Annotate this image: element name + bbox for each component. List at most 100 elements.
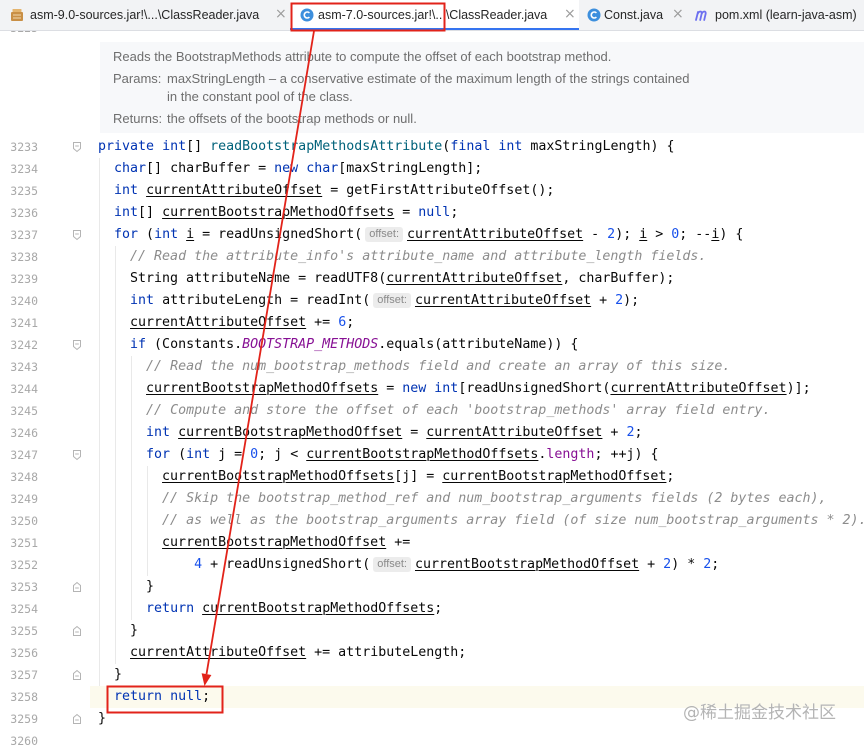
keyword-token: int	[186, 447, 211, 462]
editor-tab-bar: asm-9.0-sources.jar!\...\ClassReader.jav…	[0, 0, 864, 31]
fold-close-icon[interactable]	[72, 625, 82, 637]
code-text-token: ; ++j) {	[594, 447, 659, 462]
code-line[interactable]: 3235 int currentAttributeOffset = getFir…	[0, 180, 864, 202]
tab-close-button[interactable]: ×	[275, 6, 287, 22]
code-line[interactable]: 3225	[0, 31, 864, 39]
code-text-token: = readUnsignedShort(	[194, 227, 363, 242]
fold-open-icon[interactable]	[72, 449, 82, 461]
number-literal-token: 6	[338, 315, 347, 330]
code-text-token: ;	[634, 425, 643, 440]
code-line[interactable]: 3256 currentAttributeOffset += attribute…	[0, 642, 864, 664]
reassigned-variable-token: currentBootstrapMethodOffsets	[162, 205, 395, 220]
code-text: if (Constants.BOOTSTRAP_METHODS.equals(a…	[98, 334, 578, 356]
code-text-token: ; j <	[258, 447, 307, 462]
tab-close-button[interactable]: ×	[564, 6, 576, 22]
line-number: 3234	[10, 162, 38, 176]
keyword-token: char	[114, 161, 147, 176]
code-text-token: String attributeName = readUTF8(	[98, 271, 387, 286]
code-text-token: []	[186, 139, 211, 154]
parameter-hint: offset:	[365, 227, 404, 242]
code-line[interactable]: 3246 int currentBootstrapMethodOffset = …	[0, 422, 864, 444]
code-text-token: ;	[434, 601, 443, 616]
code-text: }	[98, 576, 154, 598]
code-line[interactable]: 3239 String attributeName = readUTF8(cur…	[0, 268, 864, 290]
code-line[interactable]: 3247 for (int j = 0; j < currentBootstra…	[0, 444, 864, 466]
keyword-token: null	[418, 205, 451, 220]
line-number: 3254	[10, 602, 38, 616]
code-line[interactable]: 3249 // Skip the bootstrap_method_ref an…	[0, 488, 864, 510]
code-text: return null;	[98, 686, 210, 708]
keyword-token: if	[130, 337, 147, 352]
reassigned-variable-token: currentBootstrapMethodOffset	[442, 469, 667, 484]
fold-open-icon[interactable]	[72, 141, 82, 153]
parameter-hint: offset:	[373, 293, 411, 308]
code-line[interactable]: 3251 currentBootstrapMethodOffset +=	[0, 532, 864, 554]
java-class-icon	[586, 7, 602, 23]
code-line[interactable]: 3236 int[] currentBootstrapMethodOffsets…	[0, 202, 864, 224]
editor-tab-pom[interactable]: pom.xml (learn-java-asm)	[692, 0, 864, 30]
fold-close-icon[interactable]	[72, 669, 82, 681]
code-line[interactable]: 3257 }	[0, 664, 864, 686]
method-name-token: readBootstrapMethodsAttribute	[210, 139, 443, 154]
code-line[interactable]: 3242 if (Constants.BOOTSTRAP_METHODS.equ…	[0, 334, 864, 356]
code-line[interactable]: 3241 currentAttributeOffset += 6;	[0, 312, 864, 334]
code-line[interactable]: 3243 // Read the num_bootstrap_methods f…	[0, 356, 864, 378]
editor-tab-const[interactable]: Const.java ×	[580, 0, 691, 30]
line-number: 3244	[10, 382, 38, 396]
code-text: char[] charBuffer = new char[maxStringLe…	[98, 158, 482, 180]
code-line[interactable]: 3253 }	[0, 576, 864, 598]
code-line[interactable]: 3260	[0, 730, 864, 745]
line-number: 3250	[10, 514, 38, 528]
code-line[interactable]: 3252 4 + readUnsignedShort(offset: curren…	[0, 554, 864, 576]
code-line[interactable]: 3238 // Read the attribute_info's attrib…	[0, 246, 864, 268]
keyword-token: char	[306, 161, 339, 176]
code-editor[interactable]: 3225 Reads the BootstrapMethods attribut…	[0, 31, 864, 745]
tab-label: pom.xml (learn-java-asm)	[715, 8, 857, 22]
fold-open-icon[interactable]	[72, 339, 82, 351]
line-number: 3247	[10, 448, 38, 462]
number-literal-token: 0	[250, 447, 259, 462]
line-number: 3257	[10, 668, 38, 682]
reassigned-variable-token: currentAttributeOffset	[130, 315, 307, 330]
code-line[interactable]: 3245 // Compute and store the offset of …	[0, 400, 864, 422]
fold-open-icon[interactable]	[72, 229, 82, 241]
code-line[interactable]: 3240 int attributeLength = readInt(offse…	[0, 290, 864, 312]
code-line[interactable]: 3255 }	[0, 620, 864, 642]
line-number: 3255	[10, 624, 38, 638]
code-line[interactable]: 3254 return currentBootstrapMethodOffset…	[0, 598, 864, 620]
line-number: 3235	[10, 184, 38, 198]
code-text-token: =	[378, 381, 403, 396]
tab-close-button[interactable]: ×	[672, 6, 684, 22]
code-line[interactable]: 3237 for (int i = readUnsignedShort(offs…	[0, 224, 864, 246]
keyword-token: for	[114, 227, 139, 242]
code-line[interactable]: 3234 char[] charBuffer = new char[maxStr…	[0, 158, 864, 180]
comment-token: // Compute and store the offset of each …	[146, 403, 771, 418]
fold-close-icon[interactable]	[72, 713, 82, 725]
line-number: 3233	[10, 140, 38, 154]
editor-tab-asm9-classreader[interactable]: asm-9.0-sources.jar!\...\ClassReader.jav…	[0, 0, 289, 30]
comment-token: // Read the num_bootstrap_methods field …	[146, 359, 731, 374]
code-line[interactable]: 3233 private int[] readBootstrapMethodsAt…	[0, 136, 864, 158]
code-text-token: ;	[666, 469, 675, 484]
line-number: 3246	[10, 426, 38, 440]
code-text: int attributeLength = readInt(offset: cur…	[98, 290, 639, 312]
code-text: // Compute and store the offset of each …	[98, 400, 770, 422]
code-text-token: -	[583, 227, 608, 242]
code-line[interactable]: 3244 currentBootstrapMethodOffsets = new…	[0, 378, 864, 400]
keyword-token: return	[146, 601, 195, 616]
keyword-token: null	[170, 689, 203, 704]
keyword-token: int	[114, 183, 139, 198]
code-line[interactable]: 3250 // as well as the bootstrap_argumen…	[0, 510, 864, 532]
line-number: 3251	[10, 536, 38, 550]
fold-close-icon[interactable]	[72, 581, 82, 593]
editor-tab-asm7-classreader[interactable]: asm-7.0-sources.jar!\...\ClassReader.jav…	[290, 0, 579, 30]
code-line[interactable]: 3248 currentBootstrapMethodOffsets[j] = …	[0, 466, 864, 488]
rendered-javadoc[interactable]: Reads the BootstrapMethods attribute to …	[100, 42, 864, 133]
